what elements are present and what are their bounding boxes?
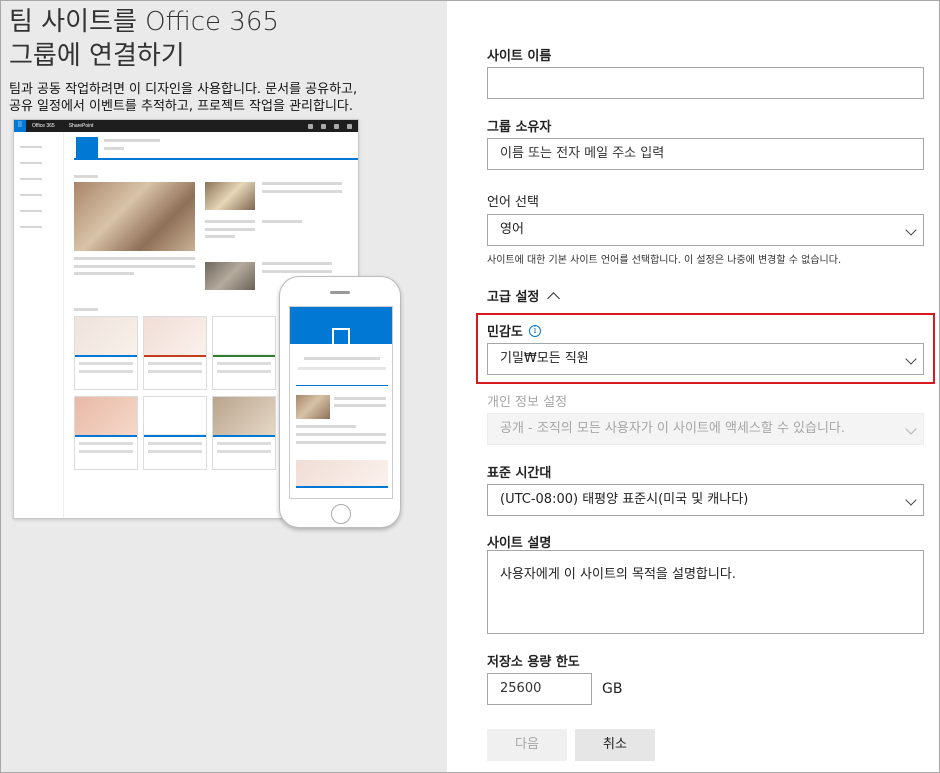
sensitivity-value: 기밀₩모든 직원 <box>500 351 589 366</box>
privacy-label: 개인 정보 설정 <box>487 395 568 410</box>
title-line-2: 그룹에 연결하기 <box>9 41 185 71</box>
site-description-textarea[interactable]: 사용자에게 이 사이트의 목적을 설명합니다. <box>487 550 924 634</box>
site-settings-form: 사이트 이름 그룹 소유자 이름 또는 전자 메일 주소 입력 언어 선택 영어… <box>447 1 939 772</box>
timezone-label: 표준 시간대 <box>487 466 552 481</box>
sensitivity-select[interactable]: 기밀₩모든 직원 <box>487 343 924 375</box>
chevron-down-icon <box>905 423 917 435</box>
sensitivity-label: 민감도 <box>487 325 523 340</box>
mobile-preview-image <box>279 276 401 528</box>
site-description-placeholder: 사용자에게 이 사이트의 목적을 설명합니다. <box>500 567 736 582</box>
chevron-down-icon <box>905 353 917 365</box>
advanced-settings-label: 고급 설정 <box>487 290 540 305</box>
preview-doc-card <box>143 316 207 390</box>
preview-suite-icons <box>308 123 358 129</box>
preview-app-name: Office 365 <box>32 123 55 129</box>
preview-app-sub: SharePoint <box>68 123 94 129</box>
preview-doc-card <box>212 396 276 470</box>
chevron-down-icon <box>905 224 917 236</box>
storage-unit: GB <box>602 681 623 697</box>
preview-hero-image <box>74 182 195 251</box>
info-icon[interactable]: i <box>528 324 541 337</box>
storage-limit-input[interactable]: 25600 <box>487 673 592 705</box>
preview-doc-card <box>143 396 207 470</box>
timezone-select[interactable]: (UTC-08:00) 태평양 표준시(미국 및 캐나다) <box>487 484 924 516</box>
preview-doc-card <box>74 396 138 470</box>
left-panel: 팀 사이트를 Office 365 그룹에 연결하기 팀과 공동 작업하려면 이… <box>1 1 447 772</box>
chevron-up-icon <box>547 291 561 305</box>
preview-news-image-1 <box>205 182 255 210</box>
preview-sidebar <box>14 132 64 518</box>
group-owner-placeholder: 이름 또는 전자 메일 주소 입력 <box>500 146 665 161</box>
next-button[interactable]: 다음 <box>487 729 567 761</box>
preview-doc-card <box>74 316 138 390</box>
site-name-input[interactable] <box>487 67 924 99</box>
site-name-label: 사이트 이름 <box>487 49 552 64</box>
privacy-value: 공개 - 조직의 모든 사용자가 이 사이트에 액세스할 수 있습니다. <box>500 421 846 436</box>
preview-suite-bar: ⠿ Office 365 SharePoint <box>14 120 358 132</box>
language-label: 언어 선택 <box>487 195 539 210</box>
preview-doc-card <box>212 316 276 390</box>
description-line-1: 팀과 공동 작업하려면 이 디자인을 사용합니다. 문서를 공유하고, <box>9 82 358 97</box>
language-hint: 사이트에 대한 기본 사이트 언어를 선택합니다. 이 설정은 나중에 변경할 … <box>487 255 842 266</box>
preview-site-logo <box>76 137 98 159</box>
chevron-down-icon <box>905 494 917 506</box>
privacy-select: 공개 - 조직의 모든 사용자가 이 사이트에 액세스할 수 있습니다. <box>487 413 924 445</box>
sensitivity-label-row: 민감도 i <box>487 321 541 340</box>
language-select[interactable]: 영어 <box>487 214 924 246</box>
advanced-settings-toggle[interactable]: 고급 설정 <box>487 286 561 305</box>
title-line-1: 팀 사이트를 Office 365 <box>9 7 279 37</box>
preview-header <box>74 132 358 160</box>
group-owner-input[interactable]: 이름 또는 전자 메일 주소 입력 <box>487 138 924 170</box>
timezone-value: (UTC-08:00) 태평양 표준시(미국 및 캐나다) <box>500 492 749 507</box>
cancel-button[interactable]: 취소 <box>575 729 655 761</box>
language-value: 영어 <box>500 222 524 237</box>
storage-limit-label: 저장소 용량 한도 <box>487 655 580 670</box>
preview-news-image-2 <box>205 262 255 290</box>
page-title: 팀 사이트를 Office 365 그룹에 연결하기 <box>9 5 429 73</box>
site-description-label: 사이트 설명 <box>487 536 552 551</box>
description-line-2: 공유 일정에서 이벤트를 추적하고, 프로젝트 작업을 관리합니다. <box>9 99 354 114</box>
waffle-icon: ⠿ <box>14 120 26 132</box>
page-description: 팀과 공동 작업하려면 이 디자인을 사용합니다. 문서를 공유하고, 공유 일… <box>9 81 439 115</box>
group-owner-label: 그룹 소유자 <box>487 120 552 135</box>
